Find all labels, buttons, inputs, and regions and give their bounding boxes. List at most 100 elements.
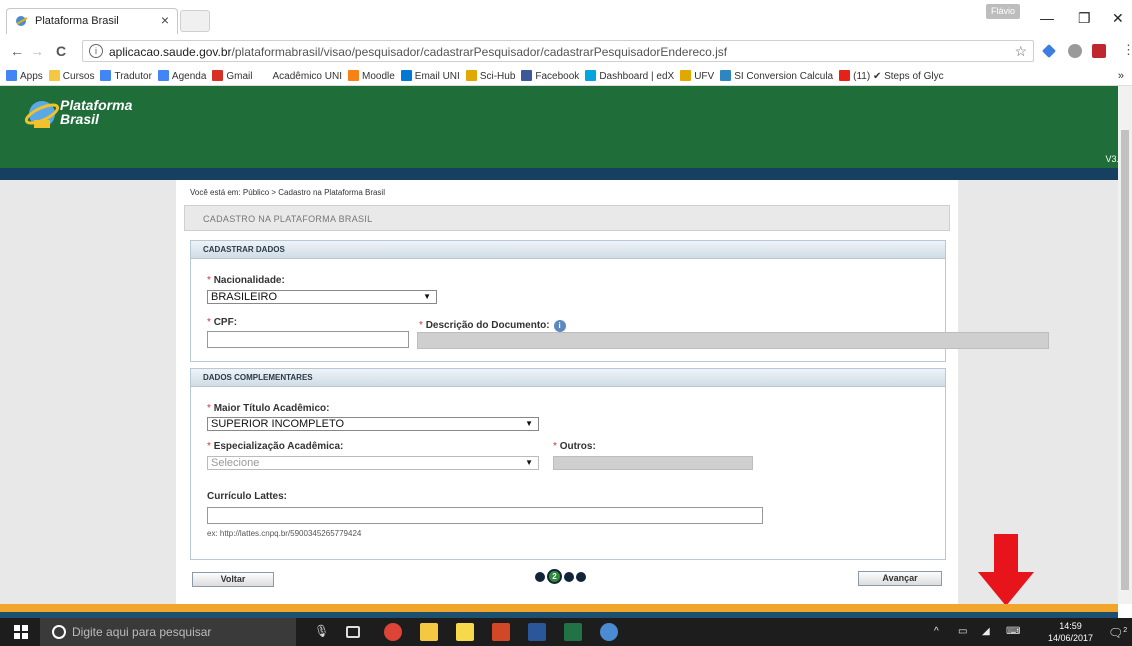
address-bar[interactable]: i aplicacao.saude.gov.br/plataformabrasi… <box>82 40 1034 62</box>
maior-titulo-select[interactable]: SUPERIOR INCOMPLETO ▼ <box>207 417 539 431</box>
bookmark-label: Dashboard | edX <box>599 71 675 82</box>
bookmark-favicon-icon <box>839 70 851 81</box>
bookmark-item[interactable]: Facebook <box>521 67 579 85</box>
powerpoint-icon[interactable] <box>492 623 510 641</box>
battery-icon[interactable]: ▭ <box>958 626 967 637</box>
footer-accent-bar <box>0 604 1118 612</box>
plataforma-favicon-icon <box>16 16 28 26</box>
tray-expand-icon[interactable]: ^ <box>934 626 939 637</box>
browser-toolbar: ← → C i aplicacao.saude.gov.br/plataform… <box>0 38 1132 64</box>
maior-titulo-label: * Maior Título Acadêmico: <box>207 403 330 414</box>
bookmark-item[interactable]: Dashboard | edX <box>585 67 675 85</box>
step-dot-current: 2 <box>547 569 562 585</box>
bookmark-label: Agenda <box>171 71 207 82</box>
bookmark-label: Sci-Hub <box>479 71 516 82</box>
outros-label: * Outros: <box>553 441 596 452</box>
excel-icon[interactable] <box>564 623 582 641</box>
forward-icon[interactable]: → <box>30 43 44 59</box>
bookmark-favicon-icon <box>585 70 597 81</box>
bookmark-item[interactable]: Email UNI <box>400 67 460 85</box>
windows-taskbar: Digite aqui para pesquisar 🎙 ^ ▭ ◢ ⌨ 14:… <box>0 618 1132 646</box>
breadcrumb: Você está em: Público > Cadastro na Plat… <box>190 188 385 197</box>
nacionalidade-select[interactable]: BRASILEIRO ▼ <box>207 290 437 304</box>
bookmark-item[interactable]: Apps <box>6 67 43 85</box>
cpf-label: * CPF: <box>207 317 238 328</box>
wizard-step-indicator: 2 <box>534 568 587 585</box>
cortana-icon <box>52 625 66 639</box>
bookmark-item[interactable]: Tradutor <box>100 67 152 85</box>
taskbar-search[interactable]: Digite aqui para pesquisar <box>40 618 296 646</box>
extension-puzzle-icon[interactable] <box>1068 44 1082 58</box>
microphone-icon[interactable]: 🎙 <box>314 624 329 638</box>
wifi-icon[interactable]: ◢ <box>982 626 990 637</box>
chrome-menu-icon[interactable]: ⋮ <box>1122 42 1132 58</box>
page-title: CADASTRO NA PLATAFORMA BRASIL <box>203 214 373 224</box>
cpf-input[interactable] <box>207 331 409 348</box>
bookmark-label: Tradutor <box>114 71 152 82</box>
bookmark-label: SI Conversion Calcula <box>734 71 834 82</box>
chevron-down-icon: ▼ <box>525 458 533 467</box>
bookmark-favicon-icon <box>258 70 270 81</box>
tab-close-icon[interactable]: × <box>161 12 169 28</box>
bookmark-item[interactable]: Acadêmico UNI <box>258 67 342 85</box>
file-explorer-icon[interactable] <box>420 623 438 641</box>
word-icon[interactable] <box>528 623 546 641</box>
minimize-icon[interactable]: — <box>1040 10 1054 26</box>
maximize-icon[interactable]: ❐ <box>1078 10 1091 27</box>
main-content: Você está em: Público > Cadastro na Plat… <box>176 180 1049 604</box>
bookmark-favicon-icon <box>720 70 732 81</box>
task-view-icon[interactable] <box>346 626 360 638</box>
avancar-button[interactable]: Avançar <box>858 571 942 586</box>
bookmark-label: Email UNI <box>414 71 460 82</box>
curriculo-lattes-input[interactable] <box>207 507 763 524</box>
bookmarks-more-icon[interactable]: » <box>1118 70 1124 82</box>
reload-icon[interactable]: C <box>56 43 66 59</box>
bookmark-item[interactable]: Agenda <box>157 67 207 85</box>
scrollbar-thumb[interactable] <box>1121 130 1129 590</box>
bookmark-favicon-icon <box>521 70 533 81</box>
browser-tab[interactable]: Plataforma Brasil × <box>6 8 178 34</box>
bookmark-item[interactable]: SI Conversion Calcula <box>720 67 834 85</box>
bookmark-star-icon[interactable]: ☆ <box>1014 43 1027 60</box>
app-globe-icon[interactable] <box>600 623 618 641</box>
bookmark-favicon-icon <box>465 70 477 81</box>
extension-mendeley-icon[interactable] <box>1092 44 1106 58</box>
taskbar-clock[interactable]: 14:59 14/06/2017 <box>1048 620 1093 644</box>
bookmark-item[interactable]: Gmail <box>212 67 253 85</box>
chrome-icon[interactable] <box>384 623 402 641</box>
bookmark-item[interactable]: UFV <box>680 67 715 85</box>
windows-start-icon[interactable] <box>14 625 28 639</box>
keyboard-icon[interactable]: ⌨ <box>1006 626 1020 637</box>
bookmark-favicon-icon <box>157 70 169 81</box>
back-icon[interactable]: ← <box>10 43 24 59</box>
section-title-dados-complementares: DADOS COMPLEMENTARES <box>191 369 945 387</box>
bookmark-favicon-icon <box>680 70 692 81</box>
profile-button[interactable]: Flávio <box>986 4 1020 19</box>
page-title-bar: CADASTRO NA PLATAFORMA BRASIL <box>184 205 950 231</box>
bookmark-favicon-icon <box>100 70 112 81</box>
close-window-icon[interactable]: ✕ <box>1112 10 1124 27</box>
new-tab-button[interactable] <box>180 10 210 32</box>
bookmark-item[interactable]: (11) ✔ Steps of Glyc <box>839 67 944 85</box>
bookmark-favicon-icon <box>347 70 359 81</box>
bookmark-label: (11) ✔ Steps of Glyc <box>853 71 944 82</box>
step-dot <box>535 571 545 582</box>
sticky-notes-icon[interactable] <box>456 623 474 641</box>
bookmark-label: UFV <box>694 71 715 82</box>
bookmark-favicon-icon <box>48 70 60 81</box>
bookmark-item[interactable]: Sci-Hub <box>465 67 516 85</box>
bookmark-favicon-icon <box>400 70 412 81</box>
curriculo-lattes-label: Currículo Lattes: <box>207 491 288 502</box>
especializacao-select[interactable]: Selecione ▼ <box>207 456 539 470</box>
chevron-down-icon: ▼ <box>423 292 431 301</box>
section-title-cadastrar-dados: CADASTRAR DADOS <box>191 241 945 259</box>
bookmark-item[interactable]: Cursos <box>48 67 94 85</box>
especializacao-label: * Especialização Acadêmica: <box>207 441 344 452</box>
bookmark-item[interactable]: Moodle <box>347 67 395 85</box>
bookmark-label: Apps <box>20 71 43 82</box>
site-info-icon[interactable]: i <box>89 44 103 58</box>
help-info-icon[interactable]: i <box>553 320 566 332</box>
notifications-icon[interactable]: 🗨2 <box>1108 626 1127 640</box>
voltar-button[interactable]: Voltar <box>192 572 274 587</box>
bookmark-label: Moodle <box>361 71 395 82</box>
